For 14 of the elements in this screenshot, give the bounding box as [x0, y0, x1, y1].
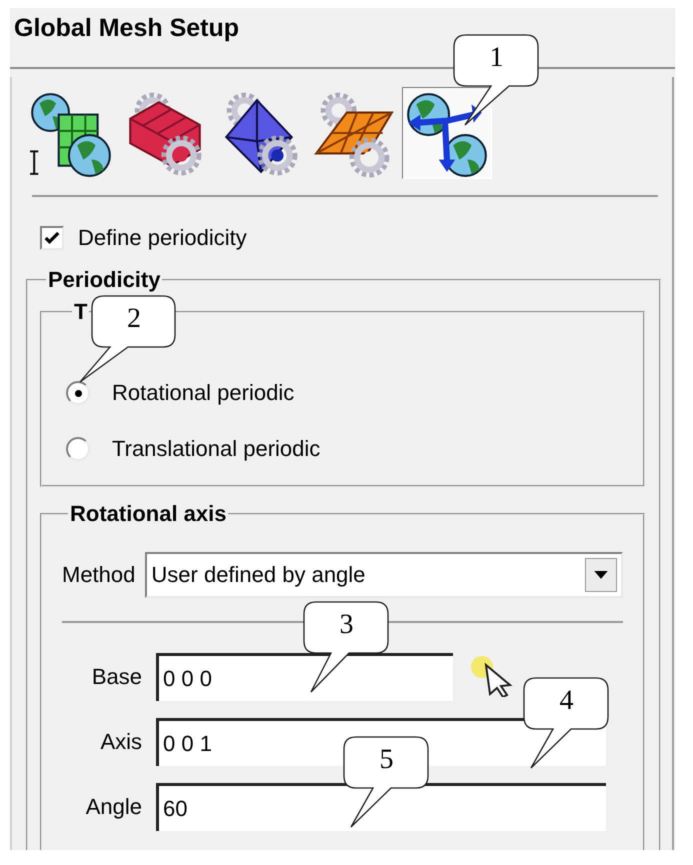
- group-title: Periodicity: [47, 267, 162, 293]
- callout-tooltip: 4: [523, 677, 609, 769]
- field-label: Method: [62, 562, 136, 588]
- group-title: Rotational axis: [69, 501, 228, 527]
- callout-tooltip: 1: [453, 34, 539, 126]
- group-title: T: [73, 299, 88, 325]
- callout-tooltip: 5: [343, 736, 429, 828]
- checkbox-label: Define periodicity: [78, 225, 247, 251]
- field-label: Angle: [84, 794, 142, 820]
- radio-label: Rotational periodic: [112, 380, 294, 406]
- field-label: Axis: [99, 729, 142, 755]
- radio-label: Translational periodic: [112, 436, 320, 462]
- callout-tooltip: 3: [303, 601, 389, 693]
- field-label: Base: [90, 664, 142, 690]
